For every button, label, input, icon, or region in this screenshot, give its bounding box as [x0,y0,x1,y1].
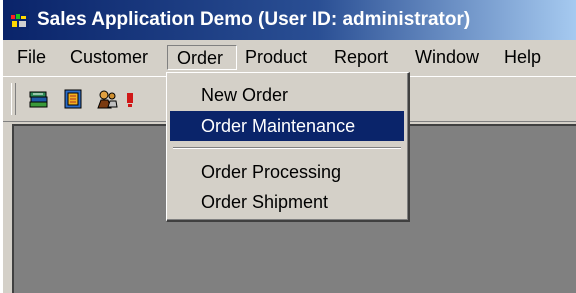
red-partial-icon[interactable] [125,87,135,111]
menu-report[interactable]: Report [330,45,392,70]
document-icon[interactable] [61,87,85,111]
books-icon[interactable] [27,87,51,111]
people-icon[interactable] [95,87,119,111]
menu-item-order-shipment[interactable]: Order Shipment [170,187,404,217]
app-icon [9,12,29,29]
menu-item-new-order[interactable]: New Order [170,80,404,110]
menu-bar: File Customer Order Product Report Windo… [3,40,576,74]
menu-product[interactable]: Product [241,45,311,70]
main-window: Sales Application Demo (User ID: adminis… [3,0,576,293]
menu-file[interactable]: File [13,45,50,70]
toolbar-grip[interactable] [11,83,16,115]
menu-separator [173,147,401,149]
menu-customer[interactable]: Customer [66,45,152,70]
window-title: Sales Application Demo (User ID: adminis… [37,9,471,30]
menu-window[interactable]: Window [411,45,483,70]
menu-item-order-processing[interactable]: Order Processing [170,157,404,187]
title-bar[interactable]: Sales Application Demo (User ID: adminis… [3,0,576,40]
menu-item-order-maintenance[interactable]: Order Maintenance [170,111,404,141]
menu-help[interactable]: Help [500,45,545,70]
menu-order[interactable]: Order [167,45,237,70]
order-dropdown-menu: New Order Order Maintenance Order Proces… [166,72,410,222]
